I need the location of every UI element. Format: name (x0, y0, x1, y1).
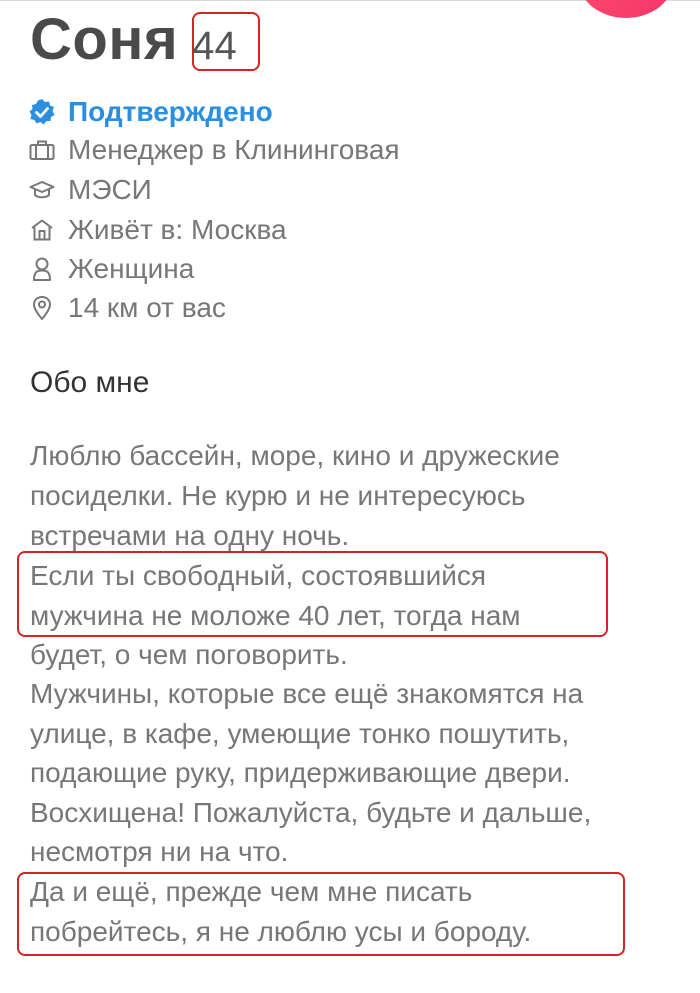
job-row: Менеджер в Клининговая (28, 130, 688, 170)
about-line: подающие руку, придерживающие двери. (30, 757, 571, 788)
about-line: Восхищена! Пожалуйста, будьте и дальше, (30, 797, 592, 828)
about-line: будет, о чем поговорить. (30, 639, 348, 670)
about-line: встречами на одну ночь. (30, 520, 350, 551)
profile-header: Соня 44 (30, 6, 237, 76)
action-button[interactable] (578, 0, 674, 18)
lives-row: Живёт в: Москва (28, 210, 688, 250)
about-line: Люблю бассейн, море, кино и дружеские (30, 440, 560, 471)
about-line: мужчина не моложе 40 лет, тогда нам (30, 600, 521, 631)
about-line: побрейтесь, я не люблю усы и бороду. (30, 916, 532, 947)
verified-label: Подтверждено (68, 96, 273, 127)
gender-row: Женщина (28, 249, 688, 289)
distance-label: 14 км от вас (68, 292, 226, 323)
about-line: улице, в кафе, умеющие тонко пошутить, (30, 718, 570, 749)
verified-row: Подтверждено (28, 92, 688, 132)
location-pin-icon (28, 294, 56, 322)
about-line: посиделки. Не курю и не интересуюсь (30, 480, 526, 511)
profile-name: Соня (30, 7, 179, 72)
about-line: Мужчины, которые все ещё знакомятся на (30, 678, 584, 709)
profile-page: Соня 44 Подтверждено Менеджер в Клининго… (0, 0, 700, 993)
person-icon (28, 255, 56, 283)
education-row: МЭСИ (28, 170, 688, 210)
about-line: Да и ещё, прежде чем мне писать (30, 876, 473, 907)
job-label: Менеджер в Клининговая (68, 134, 400, 165)
distance-row: 14 км от вас (28, 288, 688, 328)
about-line: Если ты свободный, состоявшийся (30, 560, 487, 591)
profile-age: 44 (192, 24, 237, 68)
education-label: МЭСИ (68, 174, 152, 205)
about-title: Обо мне (30, 366, 150, 399)
briefcase-icon (28, 136, 56, 164)
about-line: несмотря ни на что. (30, 836, 289, 867)
verified-badge-icon (28, 98, 56, 126)
graduation-cap-icon (28, 176, 56, 204)
lives-label: Живёт в: Москва (68, 214, 287, 245)
home-icon (28, 216, 56, 244)
gender-label: Женщина (68, 253, 195, 284)
